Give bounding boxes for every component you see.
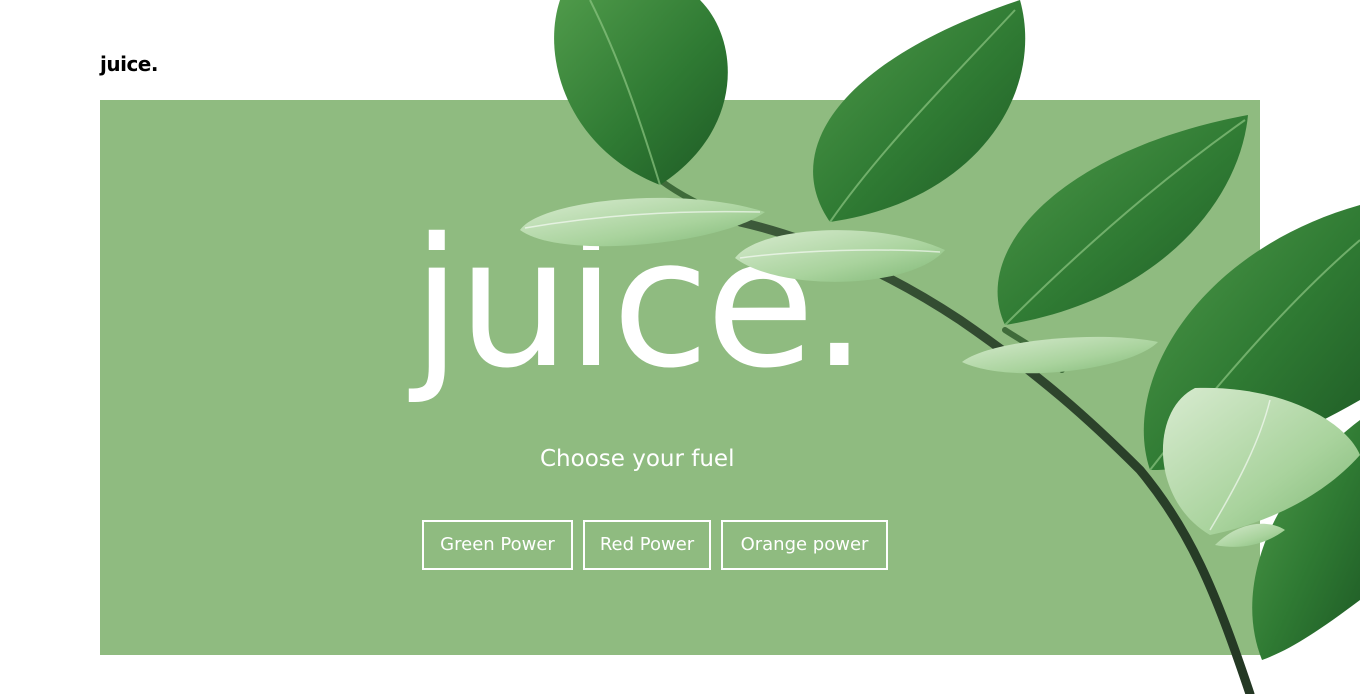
- hero-subtitle: Choose your fuel: [540, 446, 735, 472]
- orange-power-button[interactable]: Orange power: [721, 520, 888, 570]
- brand-logo-link[interactable]: juice.: [100, 52, 158, 76]
- red-power-button[interactable]: Red Power: [583, 520, 711, 570]
- green-power-button[interactable]: Green Power: [422, 520, 573, 570]
- hero-title: juice.: [412, 200, 868, 407]
- page: juice. juice. Choose your fuel Green Pow…: [0, 0, 1360, 694]
- fuel-button-group: Green Power Red Power Orange power: [422, 520, 888, 570]
